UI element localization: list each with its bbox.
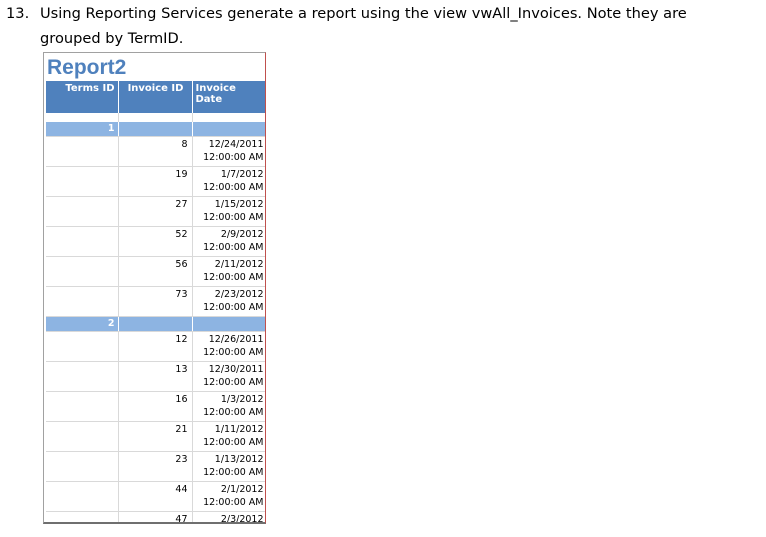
table-row: 27 1/15/2012 12:00:00 AM	[46, 196, 265, 227]
column-header-terms-id: Terms ID	[46, 81, 119, 113]
invoice-date: 1/11/2012	[214, 424, 264, 435]
instruction-line-1: Using Reporting Services generate a repo…	[40, 5, 687, 22]
report-preview: Report2 Terms ID Invoice ID Invoice Date…	[43, 52, 266, 524]
report-title: Report2	[47, 56, 127, 79]
invoice-date: 12/30/2011	[208, 364, 264, 375]
group-terms-id: 1	[46, 122, 119, 137]
invoice-time: 12:00:00 AM	[203, 406, 264, 418]
invoice-date-cell: 2/11/2012 12:00:00 AM	[192, 256, 265, 287]
invoice-date: 2/9/2012	[220, 229, 264, 240]
invoice-id-cell: 47	[118, 511, 193, 522]
invoice-id-cell: 19	[118, 166, 193, 197]
invoice-date: 2/23/2012	[214, 289, 264, 300]
terms-id-cell	[46, 226, 119, 257]
table-row: 23 1/13/2012 12:00:00 AM	[46, 451, 265, 482]
instruction-number: 13.	[6, 5, 30, 22]
terms-id-cell	[46, 256, 119, 287]
invoice-date-cell: 12/30/2011 12:00:00 AM	[192, 361, 265, 392]
column-header-invoice-id: Invoice ID	[118, 81, 193, 113]
invoice-id-cell: 12	[118, 331, 193, 362]
terms-id-cell	[46, 196, 119, 227]
invoice-date: 12/24/2011	[208, 139, 264, 150]
invoice-id-cell: 23	[118, 451, 193, 482]
table-row: 73 2/23/2012 12:00:00 AM	[46, 286, 265, 317]
invoice-time: 12:00:00 AM	[203, 466, 264, 478]
invoice-time: 12:00:00 AM	[203, 301, 264, 313]
invoice-id-cell: 52	[118, 226, 193, 257]
invoice-date-cell: 2/1/2012 12:00:00 AM	[192, 481, 265, 512]
terms-id-cell	[46, 421, 119, 452]
table-row: 44 2/1/2012 12:00:00 AM	[46, 481, 265, 512]
invoice-id-cell: 13	[118, 361, 193, 392]
invoice-time: 12:00:00 AM	[203, 241, 264, 253]
terms-id-cell	[46, 331, 119, 362]
invoice-date-cell: 2/3/201212:00:00 AM	[192, 511, 265, 524]
table-header-row: Terms ID Invoice ID Invoice Date	[46, 81, 265, 113]
invoice-date: 1/13/2012	[214, 454, 264, 465]
invoice-time: 12:00:00 AM	[203, 346, 264, 358]
invoice-time: 12:00:00 AM	[203, 496, 264, 508]
invoice-id-cell: 44	[118, 481, 193, 512]
invoice-date: 12/26/2011	[208, 334, 264, 345]
invoice-date: 2/3/2012	[220, 514, 264, 524]
invoice-id-cell: 73	[118, 286, 193, 317]
table-row: 52 2/9/2012 12:00:00 AM	[46, 226, 265, 257]
invoice-date-cell: 1/13/2012 12:00:00 AM	[192, 451, 265, 482]
invoice-id-cell: 16	[118, 391, 193, 422]
invoice-date: 1/15/2012	[214, 199, 264, 210]
column-header-invoice-date: Invoice Date	[192, 81, 265, 113]
invoice-id-cell: 8	[118, 136, 193, 167]
table-row: 19 1/7/2012 12:00:00 AM	[46, 166, 265, 197]
terms-id-cell	[46, 136, 119, 167]
invoice-time: 12:00:00 AM	[203, 211, 264, 223]
group-header-row: 2	[46, 316, 265, 332]
terms-id-cell	[46, 286, 119, 317]
terms-id-cell	[46, 391, 119, 422]
terms-id-cell	[46, 166, 119, 197]
instruction-line-2: grouped by TermID.	[40, 30, 184, 47]
table-row: 8 12/24/2011 12:00:00 AM	[46, 136, 265, 167]
spacer-row	[46, 113, 265, 122]
invoice-date-cell: 12/24/2011 12:00:00 AM	[192, 136, 265, 167]
invoice-id-cell: 27	[118, 196, 193, 227]
invoice-date-cell: 1/3/2012 12:00:00 AM	[192, 391, 265, 422]
invoice-date-cell: 2/9/2012 12:00:00 AM	[192, 226, 265, 257]
group-header-row: 1	[46, 122, 265, 137]
invoice-time: 12:00:00 AM	[203, 376, 264, 388]
invoice-date-cell: 1/15/2012 12:00:00 AM	[192, 196, 265, 227]
report-table: Terms ID Invoice ID Invoice Date 1 8 12/24…	[46, 81, 265, 524]
terms-id-cell	[46, 481, 119, 512]
group-cell	[192, 122, 265, 137]
invoice-time: 12:00:00 AM	[203, 271, 264, 283]
invoice-id-cell: 56	[118, 256, 193, 287]
invoice-time: 12:00:00 AM	[203, 151, 264, 163]
terms-id-cell	[46, 361, 119, 392]
terms-id-cell	[46, 451, 119, 482]
invoice-date-cell: 1/7/2012 12:00:00 AM	[192, 166, 265, 197]
group-terms-id: 2	[46, 316, 119, 332]
invoice-date-cell: 2/23/2012 12:00:00 AM	[192, 286, 265, 317]
terms-id-cell	[46, 511, 119, 522]
invoice-time: 12:00:00 AM	[203, 181, 264, 193]
table-row: 56 2/11/2012 12:00:00 AM	[46, 256, 265, 287]
invoice-date: 2/11/2012	[214, 259, 264, 270]
invoice-date: 1/7/2012	[220, 169, 264, 180]
table-row: 472/3/201212:00:00 AM	[46, 511, 265, 524]
table-row: 16 1/3/2012 12:00:00 AM	[46, 391, 265, 422]
group-cell	[118, 316, 193, 332]
invoice-date: 2/1/2012	[220, 484, 264, 495]
invoice-id-cell: 21	[118, 421, 193, 452]
invoice-date-cell: 12/26/2011 12:00:00 AM	[192, 331, 265, 362]
table-row: 13 12/30/2011 12:00:00 AM	[46, 361, 265, 392]
group-cell	[118, 122, 193, 137]
table-row: 12 12/26/2011 12:00:00 AM	[46, 331, 265, 362]
invoice-date-cell: 1/11/2012 12:00:00 AM	[192, 421, 265, 452]
table-row: 21 1/11/2012 12:00:00 AM	[46, 421, 265, 452]
invoice-date: 1/3/2012	[220, 394, 264, 405]
invoice-time: 12:00:00 AM	[203, 436, 264, 448]
instruction-text: 13. Using Reporting Services generate a r…	[6, 1, 746, 51]
group-cell	[192, 316, 265, 332]
